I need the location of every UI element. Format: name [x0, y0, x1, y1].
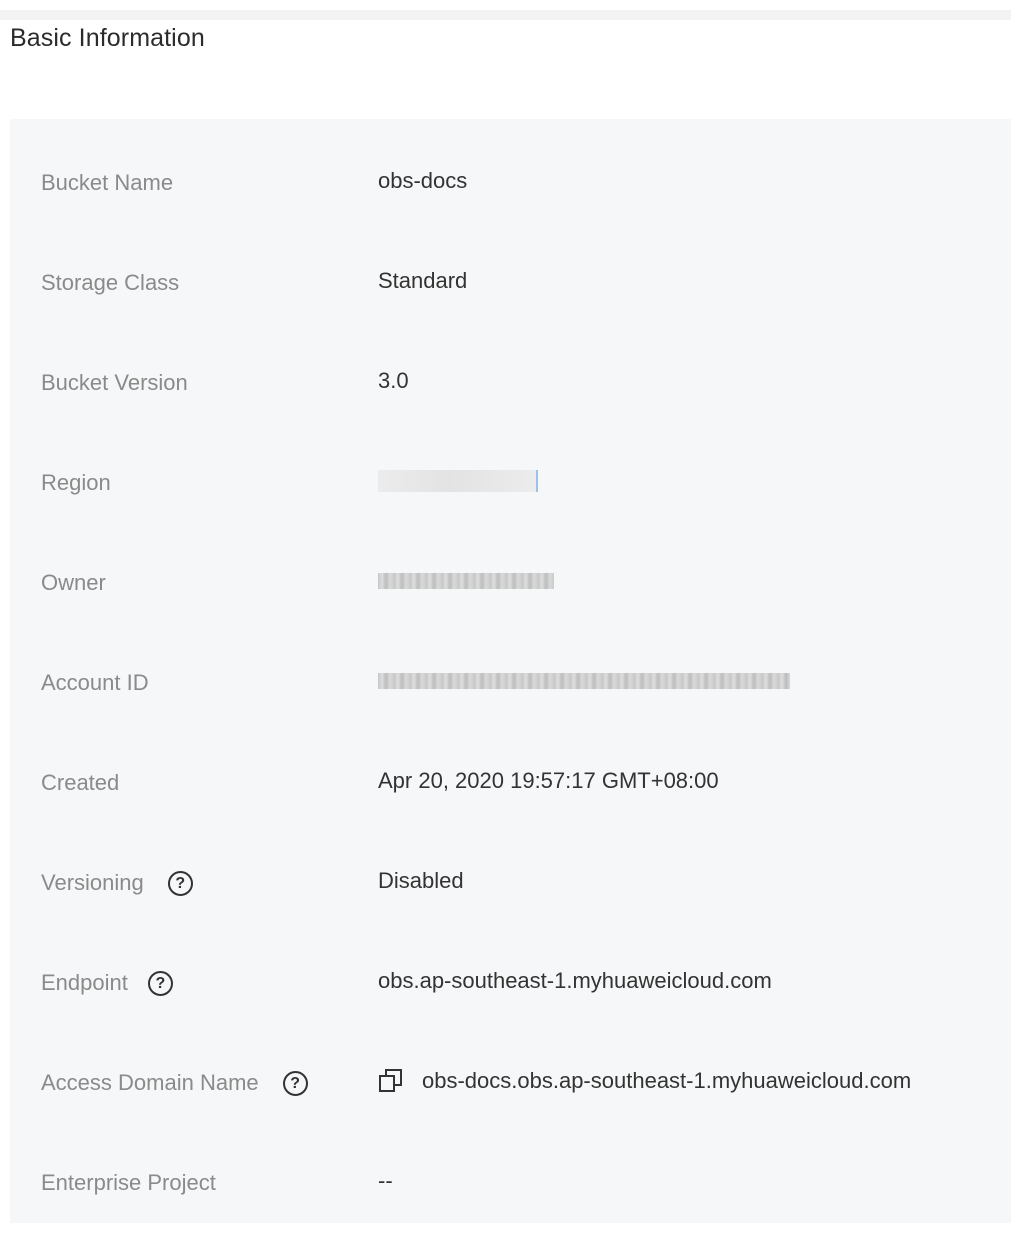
row-bucket-name: Bucket Name obs-docs — [10, 133, 1011, 233]
region-value — [378, 470, 538, 492]
copy-icon[interactable] — [378, 1068, 404, 1094]
help-circle-icon[interactable]: ? — [282, 1070, 308, 1096]
top-divider-bar — [0, 10, 1011, 20]
storage-class-value: Standard — [378, 268, 468, 293]
help-circle-icon[interactable]: ? — [167, 870, 193, 896]
row-enterprise-project: Enterprise Project -- — [10, 1133, 1011, 1233]
owner-label: Owner — [41, 570, 106, 595]
access-domain-name-value: obs-docs.obs.ap-southeast-1.myhuaweiclou… — [422, 1068, 912, 1093]
row-bucket-version: Bucket Version 3.0 — [10, 333, 1011, 433]
endpoint-label: Endpoint — [41, 970, 128, 995]
row-endpoint: Endpoint ? obs.ap-southeast-1.myhuaweicl… — [10, 933, 1011, 1033]
section-title: Basic Information — [10, 24, 205, 52]
storage-class-label: Storage Class — [41, 270, 180, 295]
endpoint-label-group: Endpoint ? — [41, 970, 173, 996]
account-id-masked-value — [378, 673, 790, 689]
row-owner: Owner — [10, 533, 1011, 633]
region-label: Region — [41, 470, 111, 495]
bucket-name-label: Bucket Name — [41, 170, 174, 195]
account-id-value — [378, 673, 790, 689]
owner-masked-value — [378, 573, 554, 589]
endpoint-value: obs.ap-southeast-1.myhuaweicloud.com — [378, 968, 772, 993]
access-domain-name-value-group: obs-docs.obs.ap-southeast-1.myhuaweiclou… — [378, 1068, 911, 1094]
row-versioning: Versioning ? Disabled — [10, 833, 1011, 933]
access-domain-name-label: Access Domain Name — [41, 1070, 259, 1095]
row-storage-class: Storage Class Standard — [10, 233, 1011, 333]
created-label: Created — [41, 770, 120, 795]
row-access-domain-name: Access Domain Name ? obs-docs.obs.ap-sou… — [10, 1033, 1011, 1133]
access-domain-name-label-group: Access Domain Name ? — [41, 1070, 308, 1096]
bucket-name-value: obs-docs — [378, 168, 468, 193]
copy-icon-graphic — [379, 1069, 402, 1092]
enterprise-project-value: -- — [378, 1168, 393, 1193]
help-circle-icon[interactable]: ? — [147, 970, 173, 996]
versioning-label: Versioning — [41, 870, 144, 895]
versioning-label-group: Versioning ? — [41, 870, 193, 896]
row-created: Created Apr 20, 2020 19:57:17 GMT+08:00 — [10, 733, 1011, 833]
owner-value — [378, 573, 554, 589]
region-masked-value — [378, 470, 538, 492]
versioning-value: Disabled — [378, 868, 464, 893]
created-value: Apr 20, 2020 19:57:17 GMT+08:00 — [378, 768, 719, 793]
enterprise-project-label: Enterprise Project — [41, 1170, 216, 1195]
bucket-version-value: 3.0 — [378, 368, 409, 393]
account-id-label: Account ID — [41, 670, 149, 695]
bucket-version-label: Bucket Version — [41, 370, 188, 395]
row-account-id: Account ID — [10, 633, 1011, 733]
row-region: Region — [10, 433, 1011, 533]
basic-info-panel: Bucket Name obs-docs Storage Class Stand… — [10, 119, 1011, 1223]
